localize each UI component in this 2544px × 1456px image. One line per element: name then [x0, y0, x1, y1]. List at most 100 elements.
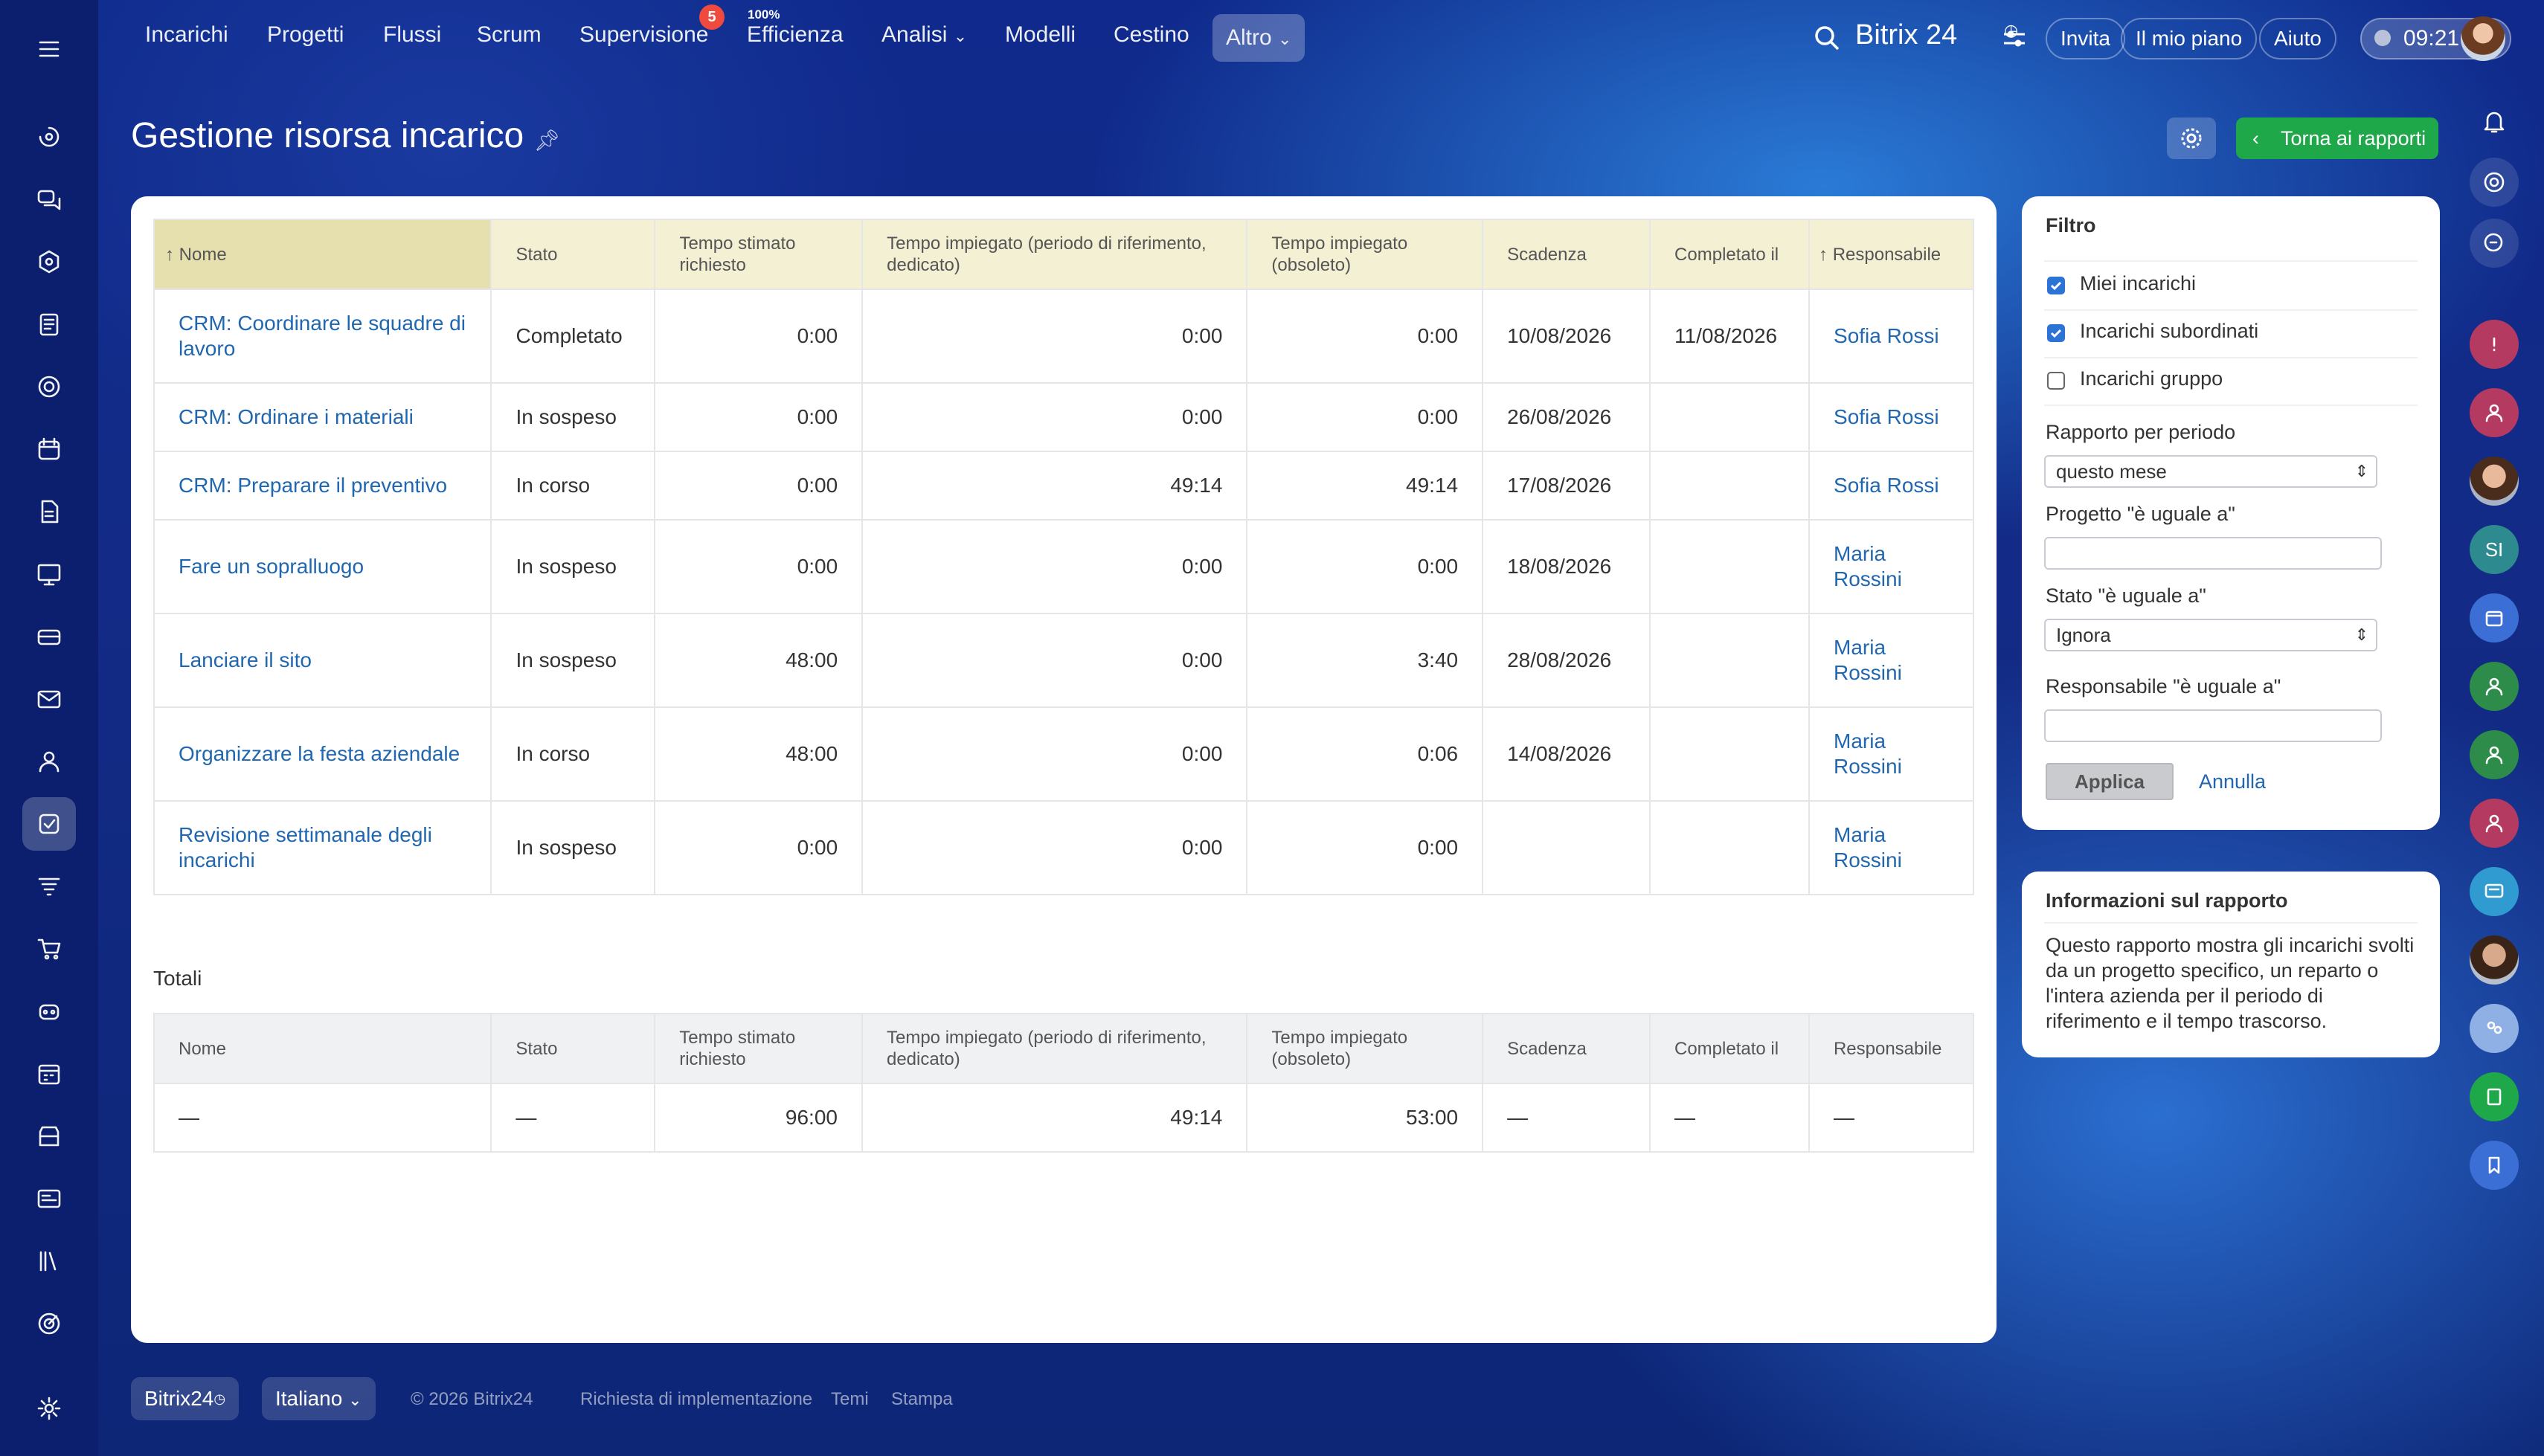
cell-status: In corso [490, 451, 656, 521]
project-input[interactable] [2044, 537, 2382, 570]
activity-icon[interactable] [22, 110, 76, 164]
task-link[interactable]: Revisione settimanale degli incarichi [179, 823, 432, 872]
nav-analisi[interactable]: Analisi ⌄ [881, 22, 967, 48]
responsible-input[interactable] [2044, 709, 2382, 742]
help-button[interactable]: Aiuto [2259, 18, 2336, 59]
col-header-responsible[interactable]: ↑ Responsabile [1808, 219, 1974, 290]
task-link[interactable]: CRM: Coordinare le squadre di lavoro [179, 312, 466, 360]
feed-icon[interactable] [22, 297, 76, 351]
group-icon-1[interactable] [2470, 662, 2519, 711]
bookmark-icon[interactable] [2470, 1141, 2519, 1190]
task-link[interactable]: Fare un sopralluogo [179, 555, 364, 578]
responsible-link[interactable]: Maria Rossini [1834, 729, 1902, 778]
bell-icon[interactable] [2470, 97, 2519, 146]
nav-altro[interactable]: Altro ⌄ [1212, 14, 1305, 62]
responsible-link[interactable]: Maria Rossini [1834, 636, 1902, 684]
responsible-link[interactable]: Sofia Rossi [1834, 474, 1939, 497]
contact-avatar-icon[interactable] [2470, 388, 2519, 437]
col-header-completed[interactable]: Completato il [1649, 219, 1811, 290]
goals-icon[interactable] [22, 1297, 76, 1350]
back-to-reports-button[interactable]: ‹ Torna ai rapporti [2236, 117, 2438, 159]
responsible-link[interactable]: Maria Rossini [1834, 823, 1902, 872]
checkbox-group-tasks[interactable] [2047, 372, 2065, 390]
notes-icon[interactable] [2470, 1072, 2519, 1121]
store-icon[interactable] [22, 1109, 76, 1163]
footer-print-link[interactable]: Stampa [891, 1389, 953, 1410]
apply-button[interactable]: Applica [2046, 763, 2174, 800]
drive-icon[interactable] [22, 610, 76, 663]
chat-icon[interactable] [22, 173, 76, 226]
cell-completed [1649, 800, 1811, 895]
crm-icon[interactable] [22, 360, 76, 413]
robot-icon[interactable] [22, 985, 76, 1038]
task-link[interactable]: CRM: Ordinare i materiali [179, 405, 414, 428]
task-link[interactable]: Lanciare il sito [179, 648, 312, 671]
menu-icon[interactable] [22, 22, 76, 76]
group-icon-3[interactable] [2470, 799, 2519, 848]
chat-search-icon[interactable] [2470, 219, 2519, 268]
footer-brand-button[interactable]: Bitrix24◷ [131, 1377, 240, 1420]
mail-icon[interactable] [22, 672, 76, 726]
col-header-name[interactable]: ↑ Nome [152, 219, 492, 290]
nav-progetti[interactable]: Progetti [267, 22, 344, 48]
contact-photo[interactable] [2470, 457, 2519, 506]
filter-title: Filtro [2046, 214, 2096, 236]
col-header-status[interactable]: Stato [490, 219, 656, 290]
tasks-icon[interactable] [22, 797, 76, 851]
filter-stack-icon[interactable] [22, 860, 76, 913]
contact-photo-2[interactable] [2470, 935, 2519, 985]
documents-icon[interactable] [22, 485, 76, 538]
open-channel-icon[interactable] [2470, 867, 2519, 916]
col-header-spent[interactable]: Tempo impiegato (periodo di riferimento,… [861, 219, 1248, 290]
checkbox-subordinate-tasks[interactable] [2047, 324, 2065, 342]
nav-cestino[interactable]: Cestino [1114, 22, 1189, 48]
nav-efficienza[interactable]: Efficienza [747, 22, 844, 48]
responsible-link[interactable]: Sofia Rossi [1834, 324, 1939, 347]
col-header-obsolete[interactable]: Tempo impiegato (obsoleto) [1246, 219, 1484, 290]
cell-estimated: 0:00 [654, 382, 864, 452]
calendar-icon[interactable] [22, 422, 76, 476]
alert-icon[interactable] [2470, 320, 2519, 369]
select-arrows-icon: ⇕ [2354, 625, 2368, 644]
settings-icon[interactable] [22, 1382, 76, 1435]
settings-gear-button[interactable] [2167, 117, 2216, 159]
nav-flussi[interactable]: Flussi [383, 22, 441, 48]
pin-icon[interactable]: 📌︎ [534, 129, 561, 152]
contact-si-icon[interactable]: SI [2470, 525, 2519, 574]
footer-impl-link[interactable]: Richiesta di implementazione [580, 1389, 812, 1410]
group-icon-2[interactable] [2470, 730, 2519, 779]
table-row: CRM: Coordinare le squadre di lavoro Com… [152, 289, 1974, 384]
checkbox-my-tasks[interactable] [2047, 277, 2065, 294]
cancel-link[interactable]: Annulla [2199, 770, 2266, 793]
search-icon[interactable] [1813, 24, 1841, 56]
nav-scrum[interactable]: Scrum [477, 22, 542, 48]
calendar-chat-icon[interactable] [2470, 593, 2519, 642]
my-plan-button[interactable]: Il mio piano [2121, 18, 2258, 59]
cart-icon[interactable] [22, 922, 76, 976]
collab-icon[interactable] [22, 235, 76, 289]
language-select[interactable]: Italiano ⌄ [262, 1377, 376, 1420]
col-header-estimated[interactable]: Tempo stimato richiesto [654, 219, 864, 290]
target-icon[interactable] [2470, 158, 2519, 207]
library-icon[interactable] [22, 1234, 76, 1288]
status-select[interactable]: Ignora ⇕ [2044, 619, 2377, 651]
user-avatar[interactable] [2461, 16, 2505, 61]
responsible-link[interactable]: Sofia Rossi [1834, 405, 1939, 428]
contact-group-photo[interactable] [2470, 1004, 2519, 1053]
footer-themes-link[interactable]: Temi [831, 1389, 869, 1410]
nav-modelli[interactable]: Modelli [1005, 22, 1076, 48]
nav-incarichi[interactable]: Incarichi [145, 22, 228, 48]
col-header-deadline[interactable]: Scadenza [1482, 219, 1651, 290]
invite-button[interactable]: Invita [2046, 18, 2125, 59]
board-icon[interactable] [22, 547, 76, 601]
gear-icon [2181, 128, 2202, 149]
sites-icon[interactable] [22, 1172, 76, 1225]
sliders-icon[interactable] [2002, 28, 2026, 53]
task-link[interactable]: CRM: Preparare il preventivo [179, 474, 447, 497]
contacts-icon[interactable] [22, 735, 76, 788]
nav-supervisione[interactable]: Supervisione [579, 22, 708, 48]
period-select[interactable]: questo mese ⇕ [2044, 455, 2377, 488]
responsible-link[interactable]: Maria Rossini [1834, 542, 1902, 590]
task-link[interactable]: Organizzare la festa aziendale [179, 742, 460, 765]
schedule-icon[interactable] [22, 1047, 76, 1101]
